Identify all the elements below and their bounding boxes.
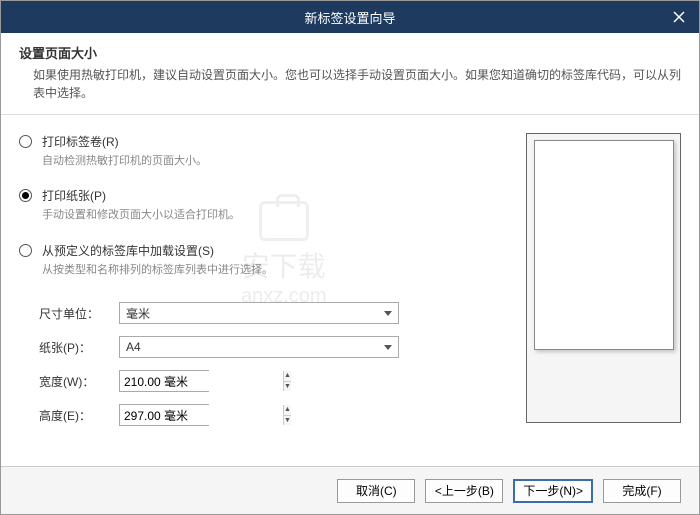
unit-label: 尺寸单位： [39,305,119,322]
cancel-button[interactable]: 取消(C) [337,479,415,503]
next-button[interactable]: 下一步(N)> [513,479,593,503]
height-up-button[interactable]: ▲ [284,405,291,416]
height-spin-buttons: ▲ ▼ [283,405,291,425]
wizard-dialog: 新标签设置向导 设置页面大小 如果使用热敏打印机，建议自动设置页面大小。您也可以… [0,0,700,515]
option-predef[interactable]: 从预定义的标签库中加载设置(S) 从按类型和名称排列的标签库列表中进行选择。 [19,242,514,278]
option-predef-desc: 从按类型和名称排列的标签库列表中进行选择。 [42,263,514,278]
radio-roll[interactable] [19,135,32,148]
width-up-button[interactable]: ▲ [284,371,291,382]
height-down-button[interactable]: ▼ [284,416,291,426]
chevron-down-icon [384,311,392,316]
paper-value: A4 [126,340,384,354]
fields-group: 尺寸单位： 毫米 纸张(P)： A4 宽度(W)： [19,302,514,426]
width-label: 宽度(W)： [39,373,119,390]
wizard-footer: 取消(C) <上一步(B) 下一步(N)> 完成(F) [1,466,699,514]
width-spin-buttons: ▲ ▼ [283,371,291,391]
radio-predef[interactable] [19,244,32,257]
preview-sheet [534,140,674,350]
option-roll[interactable]: 打印标签卷(R) 自动检测热敏打印机的页面大小。 [19,133,514,169]
width-spinner[interactable]: ▲ ▼ [119,370,209,392]
page-description: 如果使用热敏打印机，建议自动设置页面大小。您也可以选择手动设置页面大小。如果您知… [33,66,681,102]
paper-row: 纸张(P)： A4 [39,336,514,358]
height-input[interactable] [120,405,283,425]
height-spinner[interactable]: ▲ ▼ [119,404,209,426]
unit-dropdown[interactable]: 毫米 [119,302,399,324]
page-preview [526,133,681,423]
width-input[interactable] [120,371,283,391]
close-button[interactable] [659,1,699,33]
chevron-down-icon [384,345,392,350]
option-predef-label: 从预定义的标签库中加载设置(S) [42,242,214,259]
option-paper[interactable]: 打印纸张(P) 手动设置和修改页面大小以适合打印机。 [19,187,514,223]
wizard-body: 打印标签卷(R) 自动检测热敏打印机的页面大小。 打印纸张(P) 手动设置和修改… [1,115,699,495]
width-down-button[interactable]: ▼ [284,382,291,392]
titlebar: 新标签设置向导 [1,1,699,33]
unit-row: 尺寸单位： 毫米 [39,302,514,324]
option-roll-label: 打印标签卷(R) [42,133,119,150]
dialog-title: 新标签设置向导 [304,8,395,27]
back-button[interactable]: <上一步(B) [425,479,503,503]
finish-button[interactable]: 完成(F) [603,479,681,503]
option-paper-label: 打印纸张(P) [42,187,106,204]
height-row: 高度(E)： ▲ ▼ [39,404,514,426]
height-label: 高度(E)： [39,407,119,424]
close-icon [673,11,685,23]
page-title: 设置页面大小 [19,43,681,62]
width-row: 宽度(W)： ▲ ▼ [39,370,514,392]
option-paper-desc: 手动设置和修改页面大小以适合打印机。 [42,208,514,223]
option-roll-desc: 自动检测热敏打印机的页面大小。 [42,154,514,169]
paper-label: 纸张(P)： [39,339,119,356]
radio-paper[interactable] [19,189,32,202]
unit-value: 毫米 [126,305,384,322]
paper-dropdown[interactable]: A4 [119,336,399,358]
options-column: 打印标签卷(R) 自动检测热敏打印机的页面大小。 打印纸张(P) 手动设置和修改… [19,133,526,495]
wizard-header: 设置页面大小 如果使用热敏打印机，建议自动设置页面大小。您也可以选择手动设置页面… [1,33,699,115]
